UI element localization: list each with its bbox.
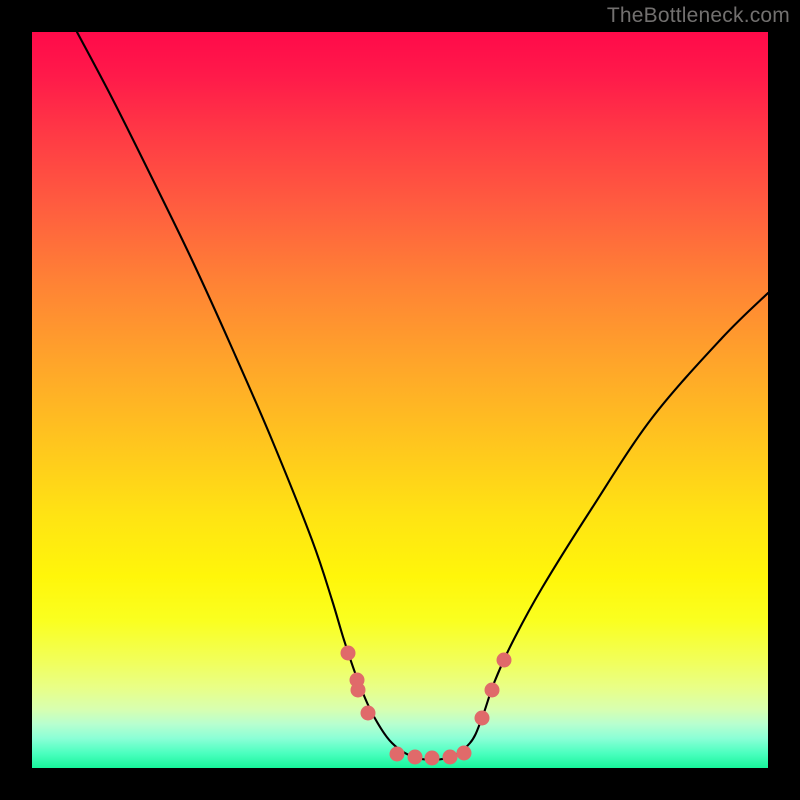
data-marker [425,751,440,766]
watermark-text: TheBottleneck.com [607,4,790,28]
data-marker [485,683,500,698]
data-marker [351,683,366,698]
curve-layer [32,32,768,768]
data-marker [457,746,472,761]
data-marker [443,750,458,765]
data-marker [408,750,423,765]
data-marker [341,646,356,661]
data-marker [475,711,490,726]
data-marker [390,747,405,762]
chart-frame: TheBottleneck.com [0,0,800,800]
bottleneck-curve [77,32,768,760]
plot-area [32,32,768,768]
data-marker [497,653,512,668]
data-marker [361,706,376,721]
